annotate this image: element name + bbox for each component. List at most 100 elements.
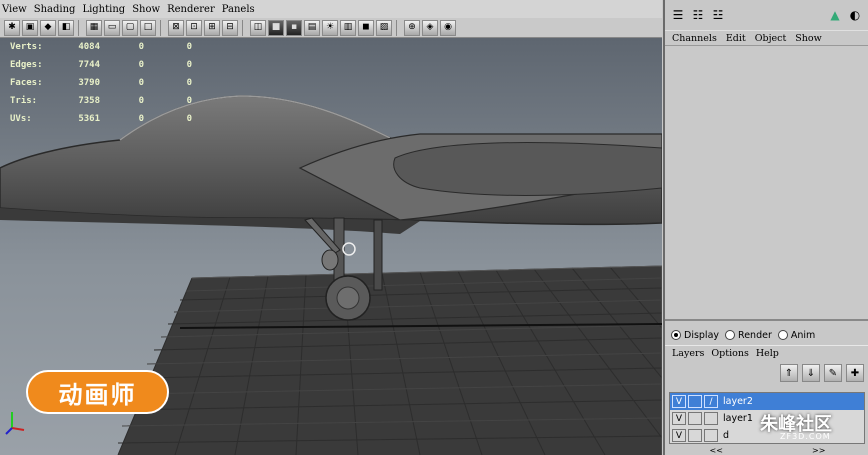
hud-row-tris: Tris: 7358 0 0 bbox=[10, 92, 192, 110]
radio-icon[interactable] bbox=[725, 330, 736, 340]
xray-icon[interactable]: ▨ bbox=[376, 19, 392, 36]
hud-label: UVs: bbox=[10, 114, 32, 124]
field-chart-icon[interactable]: ⊠ bbox=[168, 19, 184, 36]
layer-mode-radios: Display Render Anim bbox=[665, 325, 868, 345]
hud-row-uvs: UVs: 5361 0 0 bbox=[10, 110, 192, 128]
lights-icon[interactable]: ☀ bbox=[322, 19, 338, 36]
flat-shade-icon[interactable]: ▪ bbox=[286, 19, 302, 36]
film-gate-icon[interactable]: ▭ bbox=[104, 19, 120, 36]
hud-value: 0 bbox=[138, 96, 144, 106]
menu-view[interactable]: View bbox=[2, 4, 27, 15]
new-layer-from-selected-icon[interactable]: ✚ bbox=[846, 364, 864, 382]
hud-label: Edges: bbox=[10, 60, 43, 70]
layer-name[interactable]: layer2 bbox=[723, 396, 753, 407]
hud-value: 0 bbox=[138, 114, 144, 124]
channel-box-area[interactable] bbox=[665, 46, 868, 321]
menu-renderer[interactable]: Renderer bbox=[167, 4, 215, 15]
menu-show[interactable]: Show bbox=[795, 33, 821, 44]
menu-object[interactable]: Object bbox=[755, 33, 787, 44]
render-radio[interactable]: Render bbox=[725, 330, 772, 341]
ground-grid bbox=[117, 265, 662, 455]
select-camera-icon[interactable]: ✱ bbox=[4, 19, 20, 36]
visibility-toggle[interactable]: V bbox=[672, 395, 686, 408]
hud-value: 0 bbox=[138, 78, 144, 88]
display-radio[interactable]: Display bbox=[671, 330, 719, 341]
radio-icon[interactable] bbox=[671, 330, 681, 340]
isolate-select-icon[interactable]: ⊕ bbox=[404, 19, 420, 36]
layer-row[interactable]: V ∕ layer2 bbox=[670, 393, 864, 410]
textures-icon[interactable]: ▥ bbox=[340, 19, 356, 36]
viewport-panel[interactable]: View Shading Lighting Show Renderer Pane… bbox=[0, 0, 662, 455]
smooth-shade-icon[interactable]: ■ bbox=[268, 19, 284, 36]
animator-logo: 动画师 bbox=[26, 370, 169, 414]
right-panel: ☰ ☷ ☳ ▲ ◐ Channels Edit Object Show Disp… bbox=[663, 0, 868, 455]
wire-on-shaded-icon[interactable]: ▤ bbox=[304, 19, 320, 36]
hud-label: Verts: bbox=[10, 42, 43, 52]
move-layer-down-icon[interactable]: ⇓ bbox=[802, 364, 820, 382]
menu-panels[interactable]: Panels bbox=[222, 4, 255, 15]
menu-layers[interactable]: Layers bbox=[672, 348, 704, 359]
layer-color-swatch[interactable]: ∕ bbox=[704, 395, 718, 408]
poly-count-hud: Verts: 4084 0 0 Edges: 7744 0 0 Faces: 3… bbox=[10, 38, 192, 128]
layer-color-swatch[interactable] bbox=[704, 429, 718, 442]
display-type-toggle[interactable] bbox=[688, 429, 702, 442]
color-triangle-icon[interactable]: ▲ bbox=[828, 8, 842, 22]
bookmark-icon[interactable]: ◆ bbox=[40, 19, 56, 36]
menu-options[interactable]: Options bbox=[711, 348, 748, 359]
hud-value: 0 bbox=[138, 60, 144, 70]
hud-value: 0 bbox=[186, 96, 192, 106]
hud-label: Faces: bbox=[10, 78, 43, 88]
menu-channels[interactable]: Channels bbox=[672, 33, 717, 44]
layer-name[interactable]: layer1 bbox=[723, 413, 753, 424]
anim-radio[interactable]: Anim bbox=[777, 329, 816, 341]
shadows-icon[interactable]: ◼ bbox=[358, 19, 374, 36]
camera-attr-icon[interactable]: ▣ bbox=[22, 19, 38, 36]
visibility-toggle[interactable]: V bbox=[672, 412, 686, 425]
layer-color-swatch[interactable] bbox=[704, 412, 718, 425]
hud-label: Tris: bbox=[10, 96, 38, 106]
toolbar-separator bbox=[160, 19, 164, 36]
scroll-next-button[interactable]: >> bbox=[812, 446, 825, 455]
safe-title-icon[interactable]: ⊞ bbox=[204, 19, 220, 36]
viewport-menubar: View Shading Lighting Show Renderer Pane… bbox=[0, 0, 662, 18]
resolution-gate-icon[interactable]: ▢ bbox=[122, 19, 138, 36]
default-material-icon[interactable]: ◉ bbox=[440, 19, 456, 36]
channel-box-toggle-icon[interactable]: ☳ bbox=[711, 8, 725, 22]
tool-settings-toggle-icon[interactable]: ☷ bbox=[691, 8, 705, 22]
menu-shading[interactable]: Shading bbox=[34, 4, 76, 15]
menu-lighting[interactable]: Lighting bbox=[82, 4, 125, 15]
wireframe-icon[interactable]: ⊟ bbox=[222, 19, 238, 36]
hud-value: 0 bbox=[186, 114, 192, 124]
menu-edit[interactable]: Edit bbox=[726, 33, 746, 44]
anim-label: Anim bbox=[790, 329, 816, 341]
visibility-toggle[interactable]: V bbox=[672, 429, 686, 442]
gate-mask-icon[interactable]: □ bbox=[140, 19, 156, 36]
viewport-toolbar: ✱ ▣ ◆ ◧ ▦ ▭ ▢ □ ⊠ ⊡ ⊞ ⊟ ◫ ■ ▪ ▤ ☀ ▥ ◼ ▨ … bbox=[0, 18, 662, 38]
attribute-editor-toggle-icon[interactable]: ☰ bbox=[671, 8, 685, 22]
move-layer-up-icon[interactable]: ⇑ bbox=[780, 364, 798, 382]
sphere-toggle-icon[interactable]: ◐ bbox=[848, 8, 862, 22]
scroll-prev-button[interactable]: << bbox=[710, 446, 723, 455]
wireframe-cube-icon[interactable]: ◫ bbox=[250, 19, 266, 36]
layer-scroll-footer: << >> bbox=[665, 446, 868, 455]
menu-help[interactable]: Help bbox=[756, 348, 779, 359]
hud-value: 3790 bbox=[78, 78, 100, 88]
layer-name[interactable]: d bbox=[723, 430, 729, 441]
toolbar-separator bbox=[396, 19, 400, 36]
hud-value: 5361 bbox=[78, 114, 100, 124]
display-type-toggle[interactable] bbox=[688, 412, 702, 425]
radio-icon[interactable] bbox=[777, 330, 788, 340]
high-quality-icon[interactable]: ◈ bbox=[422, 19, 438, 36]
hud-value: 0 bbox=[186, 42, 192, 52]
display-type-toggle[interactable] bbox=[688, 395, 702, 408]
image-plane-icon[interactable]: ◧ bbox=[58, 19, 74, 36]
panel-toggle-bar: ☰ ☷ ☳ ▲ ◐ bbox=[665, 0, 868, 30]
new-layer-icon[interactable]: ✎ bbox=[824, 364, 842, 382]
hud-value: 7744 bbox=[78, 60, 100, 70]
menu-show[interactable]: Show bbox=[132, 4, 160, 15]
watermark-subtitle: ZF3D.COM bbox=[780, 432, 831, 441]
grid-icon[interactable]: ▦ bbox=[86, 19, 102, 36]
hud-row-faces: Faces: 3790 0 0 bbox=[10, 74, 192, 92]
safe-action-icon[interactable]: ⊡ bbox=[186, 19, 202, 36]
hud-value: 0 bbox=[138, 42, 144, 52]
